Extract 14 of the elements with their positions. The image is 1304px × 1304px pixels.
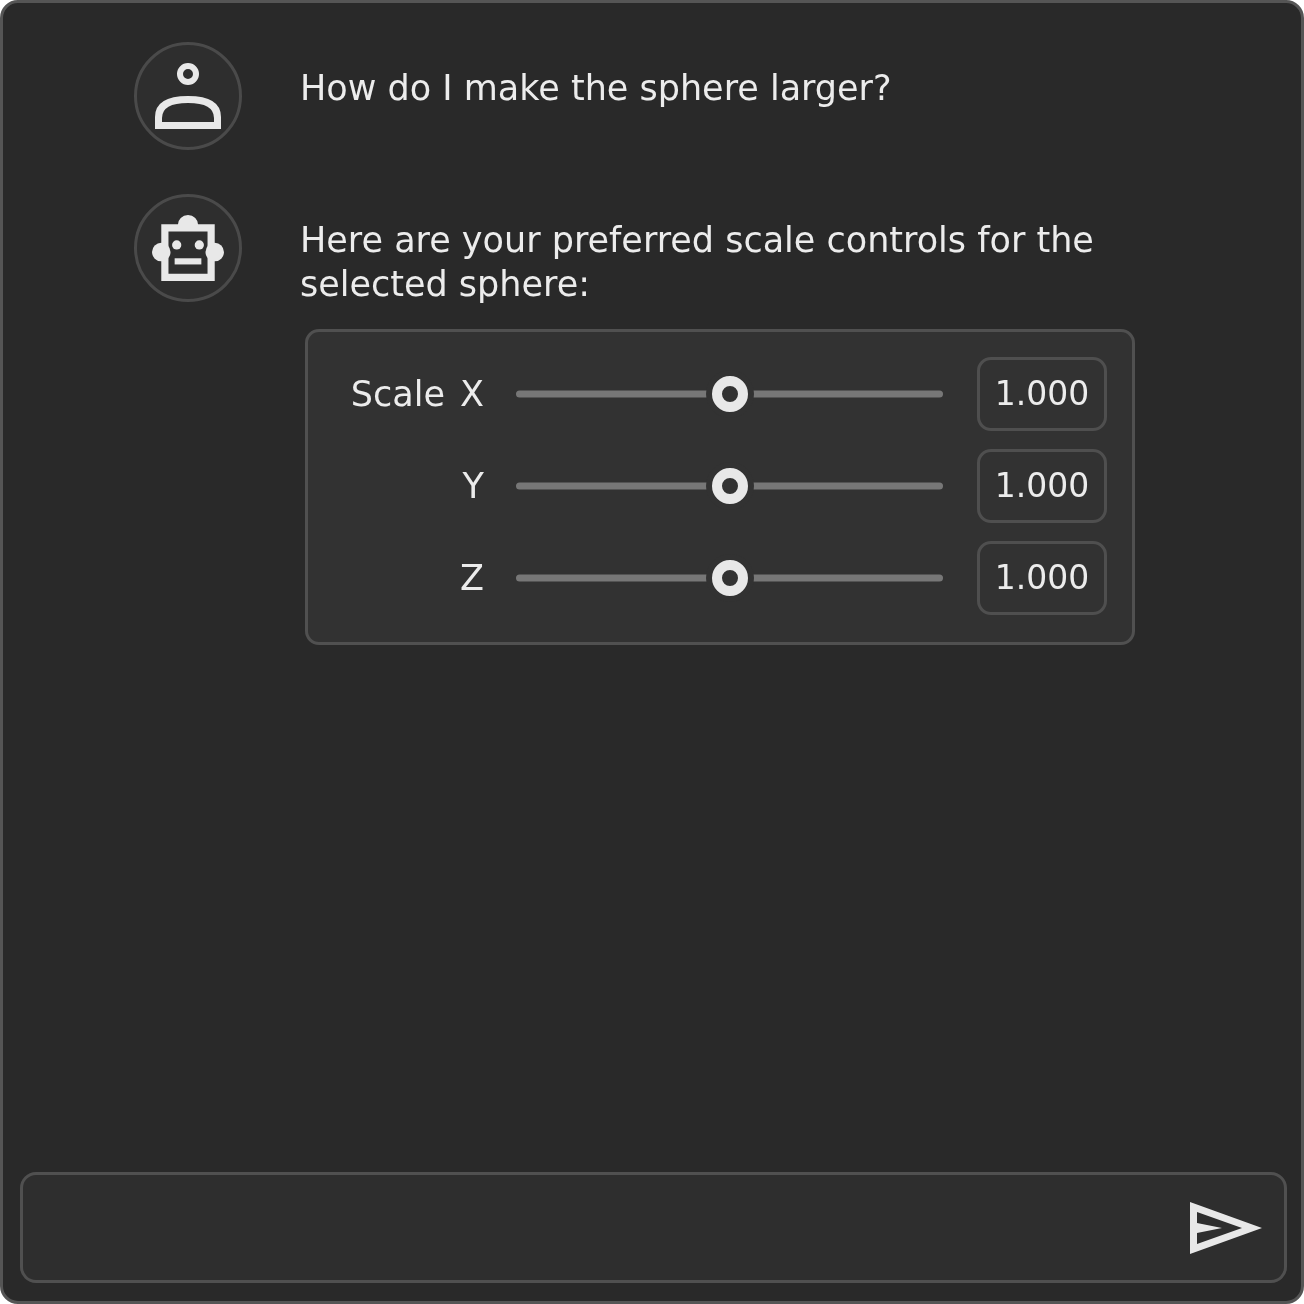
- send-icon: [1190, 1201, 1262, 1254]
- axis-label: X: [460, 373, 484, 415]
- value-field[interactable]: 1.000: [977, 357, 1107, 431]
- robot-icon: [151, 215, 225, 281]
- message-text: Here are your preferred scale controls for the selected sphere:: [300, 219, 1095, 306]
- message-text: How do I make the sphere larger?: [300, 67, 893, 110]
- value-field[interactable]: 1.000: [977, 449, 1107, 523]
- axis-label: Z: [460, 557, 484, 599]
- send-button[interactable]: [1190, 1201, 1262, 1254]
- scale-label: Scale: [350, 373, 445, 415]
- message-input[interactable]: [20, 1172, 1287, 1283]
- person-icon: [155, 63, 221, 129]
- value-field[interactable]: 1.000: [977, 541, 1107, 615]
- axis-label: Y: [462, 465, 484, 507]
